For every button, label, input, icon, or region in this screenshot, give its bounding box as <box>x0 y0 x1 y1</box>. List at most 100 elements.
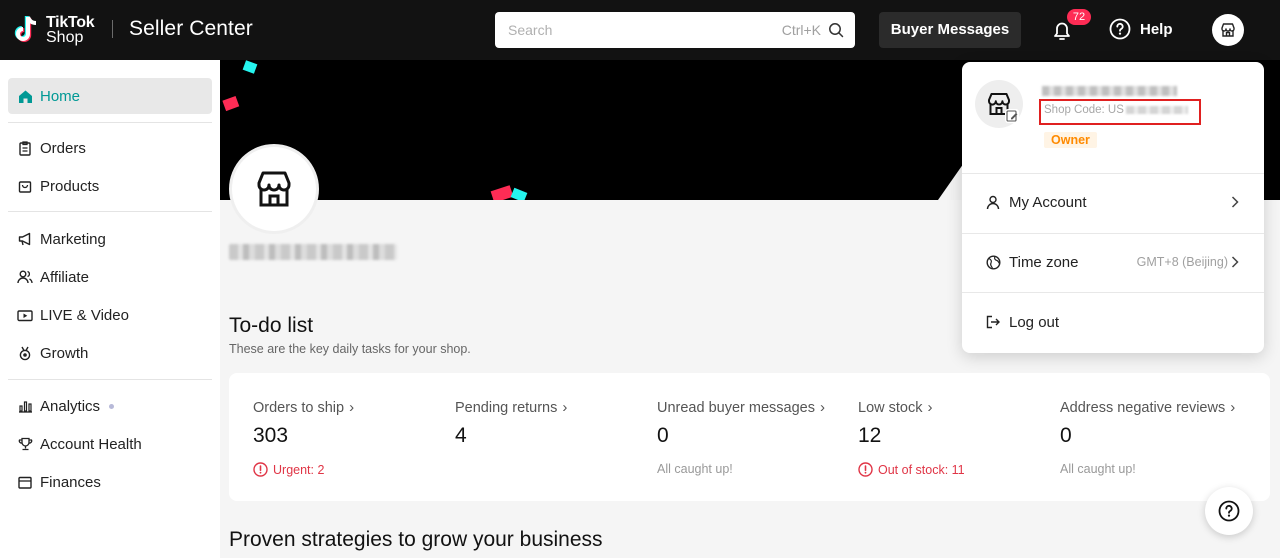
store-icon <box>1221 23 1235 37</box>
sidebar-item-orders[interactable]: Orders <box>8 130 212 166</box>
metric-label: Orders to ship <box>253 399 345 416</box>
trophy-icon <box>17 436 33 452</box>
help-button[interactable]: Help <box>1109 18 1173 40</box>
megaphone-icon <box>17 231 33 247</box>
home-icon <box>17 88 33 104</box>
sidebar-item-finances[interactable]: Finances <box>8 464 212 500</box>
buyer-messages-button[interactable]: Buyer Messages <box>879 12 1021 48</box>
todo-title: To-do list <box>229 314 314 337</box>
chevron-right-icon <box>1231 196 1239 208</box>
clipboard-icon <box>17 140 33 156</box>
chevron-right-icon: › <box>927 399 933 416</box>
logo-divider <box>112 20 113 38</box>
logo-line-shop: Shop <box>46 29 84 46</box>
edit-icon[interactable] <box>1004 108 1020 124</box>
role-badge: Owner <box>1044 132 1097 148</box>
sidebar-item-label: Finances <box>40 473 101 491</box>
floating-help-button[interactable] <box>1205 487 1253 535</box>
log-out-menu-item[interactable]: Log out <box>962 293 1264 351</box>
log-out-label: Log out <box>1009 313 1060 331</box>
video-icon <box>17 307 33 323</box>
medal-icon <box>17 345 33 361</box>
search-icon[interactable] <box>828 22 844 38</box>
sidebar-item-products[interactable]: Products <box>8 168 212 204</box>
sidebar-item-label: Growth <box>40 344 89 362</box>
search-shortcut-hint: Ctrl+K <box>781 22 821 38</box>
wallet-icon <box>17 474 33 490</box>
metric-label: Address negative reviews <box>1060 399 1226 416</box>
growth-section-title: Proven strategies to grow your business <box>229 528 603 551</box>
sidebar-item-growth[interactable]: Growth <box>8 335 212 371</box>
metric-value: 0 <box>1060 424 1072 447</box>
metric-value: 4 <box>455 424 467 447</box>
store-icon <box>257 171 291 207</box>
metric-note: All caught up! <box>657 462 733 476</box>
top-bar: TikTok Shop Seller Center Ctrl+K Buyer M… <box>0 0 1280 60</box>
users-icon <box>17 269 33 285</box>
metric-value: 12 <box>858 424 882 447</box>
sidebar-item-label: Account Health <box>40 435 142 453</box>
sidebar-item-live-video[interactable]: LIVE & Video <box>8 297 212 333</box>
sidebar-item-affiliate[interactable]: Affiliate <box>8 259 212 295</box>
sidebar-divider <box>8 122 212 123</box>
chevron-right-icon: › <box>562 399 568 416</box>
metric-unread-buyer-messages[interactable]: Unread buyer messages › 0 All caught up! <box>657 399 825 476</box>
metric-address-negative-reviews[interactable]: Address negative reviews › 0 All caught u… <box>1060 399 1235 476</box>
bar-chart-icon <box>17 398 33 414</box>
shop-name-redacted <box>229 244 397 260</box>
account-dropdown-menu: Shop Code: US Owner My Account Time zone… <box>962 62 1264 353</box>
sidebar-item-label: Home <box>40 87 81 105</box>
alert-icon <box>858 462 873 477</box>
metric-note: Urgent: 2 <box>253 462 354 477</box>
time-zone-menu-item[interactable]: Time zone GMT+8 (Beijing) <box>962 233 1264 291</box>
chevron-right-icon: › <box>349 399 355 416</box>
todo-card: Orders to ship › 303 Urgent: 2 Pending re… <box>229 373 1270 501</box>
time-zone-label: Time zone <box>1009 253 1079 271</box>
sidebar-item-home[interactable]: Home <box>8 78 212 114</box>
metric-orders-to-ship[interactable]: Orders to ship › 303 Urgent: 2 <box>253 399 354 477</box>
metric-note-text: Urgent: 2 <box>273 462 325 477</box>
metric-note-text: Out of stock: 11 <box>878 462 965 477</box>
logout-icon <box>985 314 1001 330</box>
my-account-label: My Account <box>1009 193 1087 211</box>
todo-subtitle: These are the key daily tasks for your s… <box>229 342 471 356</box>
help-circle-icon <box>1109 18 1131 40</box>
metric-note: Out of stock: 11 <box>858 462 965 477</box>
account-avatar-button[interactable] <box>1212 14 1244 46</box>
chevron-right-icon: › <box>819 399 825 416</box>
globe-icon <box>985 254 1001 270</box>
new-indicator-dot <box>109 403 115 409</box>
sidebar-item-account-health[interactable]: Account Health <box>8 426 212 462</box>
sidebar-item-label: LIVE & Video <box>40 306 129 324</box>
sidebar-item-label: Products <box>40 177 100 195</box>
alert-icon <box>253 462 268 477</box>
metric-pending-returns[interactable]: Pending returns › 4 <box>455 399 567 448</box>
my-account-menu-item[interactable]: My Account <box>962 173 1264 231</box>
time-zone-value: GMT+8 (Beijing) <box>1136 255 1228 269</box>
logo-line-tiktok: TikTok <box>46 14 95 31</box>
sidebar-item-analytics[interactable]: Analytics <box>8 388 212 424</box>
metric-label: Low stock <box>858 399 923 416</box>
shop-code-highlight-box <box>1039 99 1201 125</box>
help-label: Help <box>1140 20 1173 38</box>
help-circle-icon <box>1218 500 1240 522</box>
chevron-right-icon: › <box>1230 399 1236 416</box>
dropdown-shop-name-redacted <box>1042 86 1177 96</box>
tiktok-shop-logo[interactable]: TikTok Shop <box>14 12 95 48</box>
sidebar-item-label: Analytics <box>40 397 101 415</box>
metric-label: Pending returns <box>455 399 558 416</box>
app-title: Seller Center <box>129 17 253 40</box>
sidebar-divider <box>8 211 212 212</box>
notification-badge: 72 <box>1067 9 1091 25</box>
metric-low-stock[interactable]: Low stock › 12 Out of stock: 11 <box>858 399 965 477</box>
sidebar-item-label: Affiliate <box>40 268 89 286</box>
sidebar-item-marketing[interactable]: Marketing <box>8 221 212 257</box>
sidebar-divider <box>8 379 212 380</box>
metric-value: 303 <box>253 424 289 447</box>
sidebar: Home Orders Products Marketing Affiliate… <box>0 60 220 558</box>
shop-avatar[interactable] <box>229 144 319 234</box>
user-icon <box>985 194 1001 210</box>
search-box[interactable]: Ctrl+K <box>495 12 855 48</box>
metric-note: All caught up! <box>1060 462 1136 476</box>
search-input[interactable] <box>495 12 765 48</box>
